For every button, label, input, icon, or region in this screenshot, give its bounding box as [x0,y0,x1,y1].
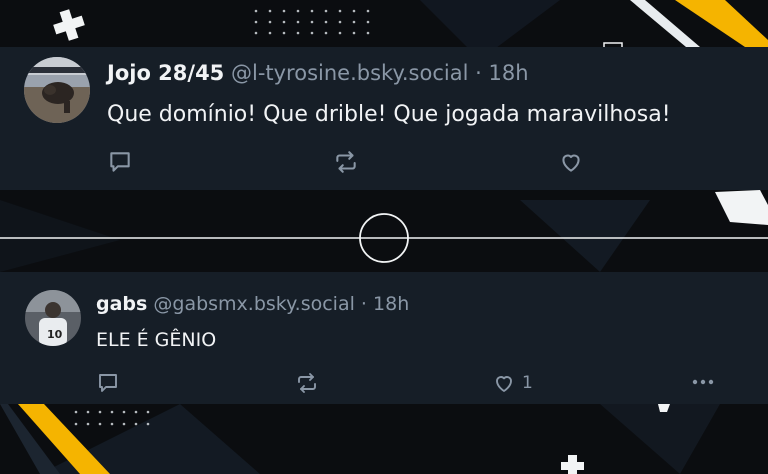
like-icon [496,376,512,392]
reply-icon [110,152,130,172]
reply-icon [99,374,117,392]
post-text: Que domínio! Que drible! Que jogada mara… [107,102,671,127]
timestamp[interactable]: 18h [373,293,409,315]
repost-icon [298,373,316,393]
more-icon [692,379,714,385]
display-name[interactable]: Jojo 28/45 [107,61,224,85]
plus-mark-bottom [561,455,584,474]
post-card[interactable]: 10 gabs @gabsmx.bsky.social · 18h ELE É … [0,272,768,404]
handle[interactable]: @l-tyrosine.bsky.social [231,61,468,85]
reply-button[interactable] [107,149,133,175]
separator: · [354,293,374,315]
repost-button[interactable] [295,371,319,395]
reply-button[interactable] [96,371,120,395]
handle[interactable]: @gabsmx.bsky.social [153,293,355,315]
avatar[interactable] [24,57,90,123]
like-button[interactable] [557,149,585,175]
repost-icon [336,151,356,173]
plus-mark-top [53,9,85,41]
like-icon [562,154,580,172]
post-text: ELE É GÊNIO [96,329,217,351]
like-button[interactable]: 1 [491,371,533,395]
svg-text:10: 10 [47,328,63,341]
avatar[interactable]: 10 [25,290,81,346]
display-name[interactable]: gabs [96,293,147,315]
post-header: gabs @gabsmx.bsky.social · 18h [96,295,409,314]
repost-button[interactable] [333,149,359,175]
timestamp[interactable]: 18h [488,61,528,85]
more-options-button[interactable] [690,372,716,392]
post-header: Jojo 28/45 @l-tyrosine.bsky.social · 18h [107,63,529,84]
like-count: 1 [522,372,533,393]
separator: · [468,61,489,85]
post-card[interactable]: Jojo 28/45 @l-tyrosine.bsky.social · 18h… [0,47,768,190]
